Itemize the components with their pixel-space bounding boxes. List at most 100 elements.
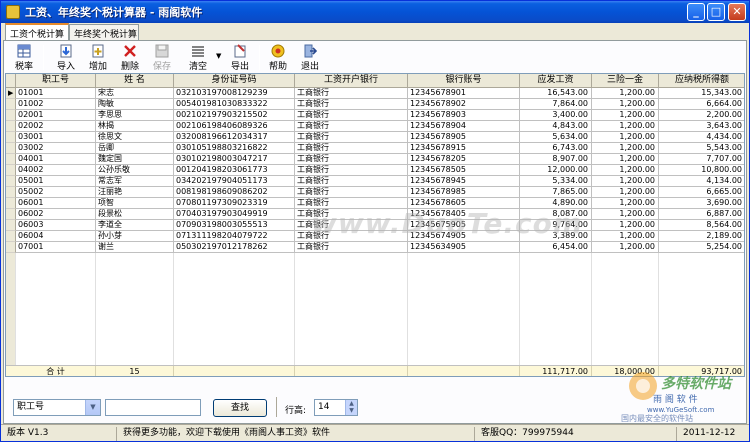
cell-gross-salary[interactable]: 4,843.00: [520, 121, 592, 132]
cell-name[interactable]: 段景松: [96, 209, 174, 220]
cell-bank-account[interactable]: 12345678903: [408, 110, 520, 121]
cell-id-number[interactable]: 008198198609086202: [174, 187, 295, 198]
cell-insurance[interactable]: 1,200.00: [592, 176, 659, 187]
cell-bank-account[interactable]: 12345678505: [408, 165, 520, 176]
save-button[interactable]: 保存: [149, 42, 175, 72]
cell-employee-id[interactable]: 05002: [16, 187, 96, 198]
row-indicator[interactable]: [6, 132, 16, 143]
cell-id-number[interactable]: 070801197309023319: [174, 198, 295, 209]
cell-bank-account[interactable]: 12345678901: [408, 88, 520, 99]
cell-name[interactable]: 孙小芽: [96, 231, 174, 242]
cell-gross-salary[interactable]: 7,864.00: [520, 99, 592, 110]
cell-insurance[interactable]: 1,200.00: [592, 121, 659, 132]
cell-taxable-income[interactable]: 3,690.00: [659, 198, 744, 209]
cell-id-number[interactable]: 070403197903049919: [174, 209, 295, 220]
cell-taxable-income[interactable]: 10,800.00: [659, 165, 744, 176]
cell-employee-id[interactable]: 06002: [16, 209, 96, 220]
cell-insurance[interactable]: 1,200.00: [592, 88, 659, 99]
row-indicator[interactable]: ▶: [6, 88, 16, 99]
cell-id-number[interactable]: 034202197904051173: [174, 176, 295, 187]
cell-bank[interactable]: 工商银行: [295, 110, 408, 121]
row-indicator[interactable]: [6, 187, 16, 198]
cell-name[interactable]: 徐思文: [96, 132, 174, 143]
row-indicator[interactable]: [6, 121, 16, 132]
cell-insurance[interactable]: 1,200.00: [592, 220, 659, 231]
cell-taxable-income[interactable]: 3,643.00: [659, 121, 744, 132]
cell-employee-id[interactable]: 07001: [16, 242, 96, 253]
delete-button[interactable]: 删除: [117, 42, 143, 72]
cell-employee-id[interactable]: 01002: [16, 99, 96, 110]
cell-insurance[interactable]: 1,200.00: [592, 187, 659, 198]
cell-name[interactable]: 李道全: [96, 220, 174, 231]
cell-gross-salary[interactable]: 16,543.00: [520, 88, 592, 99]
row-indicator[interactable]: [6, 99, 16, 110]
cell-gross-salary[interactable]: 5,334.00: [520, 176, 592, 187]
header-taxable-income[interactable]: 应纳税所得额: [659, 74, 744, 88]
cell-id-number[interactable]: 030102198003047217: [174, 154, 295, 165]
cell-insurance[interactable]: 1,200.00: [592, 231, 659, 242]
cell-taxable-income[interactable]: 6,664.00: [659, 99, 744, 110]
cell-bank[interactable]: 工商银行: [295, 121, 408, 132]
header-gross-salary[interactable]: 应发工资: [520, 74, 592, 88]
header-bank-account[interactable]: 银行账号: [408, 74, 520, 88]
cell-employee-id[interactable]: 04001: [16, 154, 96, 165]
cell-gross-salary[interactable]: 12,000.00: [520, 165, 592, 176]
cell-id-number[interactable]: 002102197903215502: [174, 110, 295, 121]
cell-name[interactable]: 常志军: [96, 176, 174, 187]
cell-employee-id[interactable]: 06001: [16, 198, 96, 209]
cell-gross-salary[interactable]: 8,907.00: [520, 154, 592, 165]
cell-taxable-income[interactable]: 4,134.00: [659, 176, 744, 187]
export-button[interactable]: 导出: [227, 42, 253, 72]
cell-employee-id[interactable]: 02002: [16, 121, 96, 132]
cell-name[interactable]: 陶敏: [96, 99, 174, 110]
row-height-spinner[interactable]: 14 ▲ ▼: [314, 399, 358, 416]
cell-name[interactable]: 汪丽艳: [96, 187, 174, 198]
cell-employee-id[interactable]: 03002: [16, 143, 96, 154]
cell-name[interactable]: 公孙乐敬: [96, 165, 174, 176]
cell-taxable-income[interactable]: 6,665.00: [659, 187, 744, 198]
tab-bonus-tax[interactable]: 年终奖个税计算: [69, 24, 139, 40]
cell-taxable-income[interactable]: 5,543.00: [659, 143, 744, 154]
cell-bank-account[interactable]: 12345678905: [408, 132, 520, 143]
cell-bank-account[interactable]: 12345678915: [408, 143, 520, 154]
cell-taxable-income[interactable]: 7,707.00: [659, 154, 744, 165]
header-name[interactable]: 姓 名: [96, 74, 174, 88]
cell-bank[interactable]: 工商银行: [295, 165, 408, 176]
cell-taxable-income[interactable]: 2,200.00: [659, 110, 744, 121]
cell-insurance[interactable]: 1,200.00: [592, 198, 659, 209]
chevron-down-icon[interactable]: ▼: [85, 400, 100, 415]
cell-insurance[interactable]: 1,200.00: [592, 143, 659, 154]
cell-insurance[interactable]: 1,200.00: [592, 110, 659, 121]
cell-id-number[interactable]: 005401981030833322: [174, 99, 295, 110]
row-indicator[interactable]: [6, 154, 16, 165]
cell-name[interactable]: 李思思: [96, 110, 174, 121]
cell-bank-account[interactable]: 12345678904: [408, 121, 520, 132]
cell-bank[interactable]: 工商银行: [295, 154, 408, 165]
tab-salary-tax[interactable]: 工资个税计算: [5, 23, 69, 40]
cell-insurance[interactable]: 1,200.00: [592, 165, 659, 176]
search-field-select[interactable]: 职工号 ▼: [13, 399, 101, 416]
cell-bank[interactable]: 工商银行: [295, 143, 408, 154]
cell-bank[interactable]: 工商银行: [295, 99, 408, 110]
cell-insurance[interactable]: 1,200.00: [592, 154, 659, 165]
cell-employee-id[interactable]: 01001: [16, 88, 96, 99]
cell-insurance[interactable]: 1,200.00: [592, 209, 659, 220]
cell-insurance[interactable]: 1,200.00: [592, 99, 659, 110]
header-id-number[interactable]: 身份证号码: [174, 74, 295, 88]
cell-employee-id[interactable]: 04002: [16, 165, 96, 176]
cell-bank[interactable]: 工商银行: [295, 132, 408, 143]
cell-gross-salary[interactable]: 7,865.00: [520, 187, 592, 198]
cell-employee-id[interactable]: 06004: [16, 231, 96, 242]
cell-taxable-income[interactable]: 4,434.00: [659, 132, 744, 143]
cell-employee-id[interactable]: 05001: [16, 176, 96, 187]
cell-employee-id[interactable]: 03001: [16, 132, 96, 143]
row-indicator[interactable]: [6, 242, 16, 253]
close-button[interactable]: ✕: [728, 3, 746, 21]
row-indicator[interactable]: [6, 231, 16, 242]
cell-bank-account[interactable]: 12345678945: [408, 176, 520, 187]
cell-gross-salary[interactable]: 6,743.00: [520, 143, 592, 154]
cell-id-number[interactable]: 030105198803216822: [174, 143, 295, 154]
clear-button[interactable]: 清空: [183, 42, 213, 72]
cell-gross-salary[interactable]: 3,400.00: [520, 110, 592, 121]
cell-id-number[interactable]: 032008196612034317: [174, 132, 295, 143]
